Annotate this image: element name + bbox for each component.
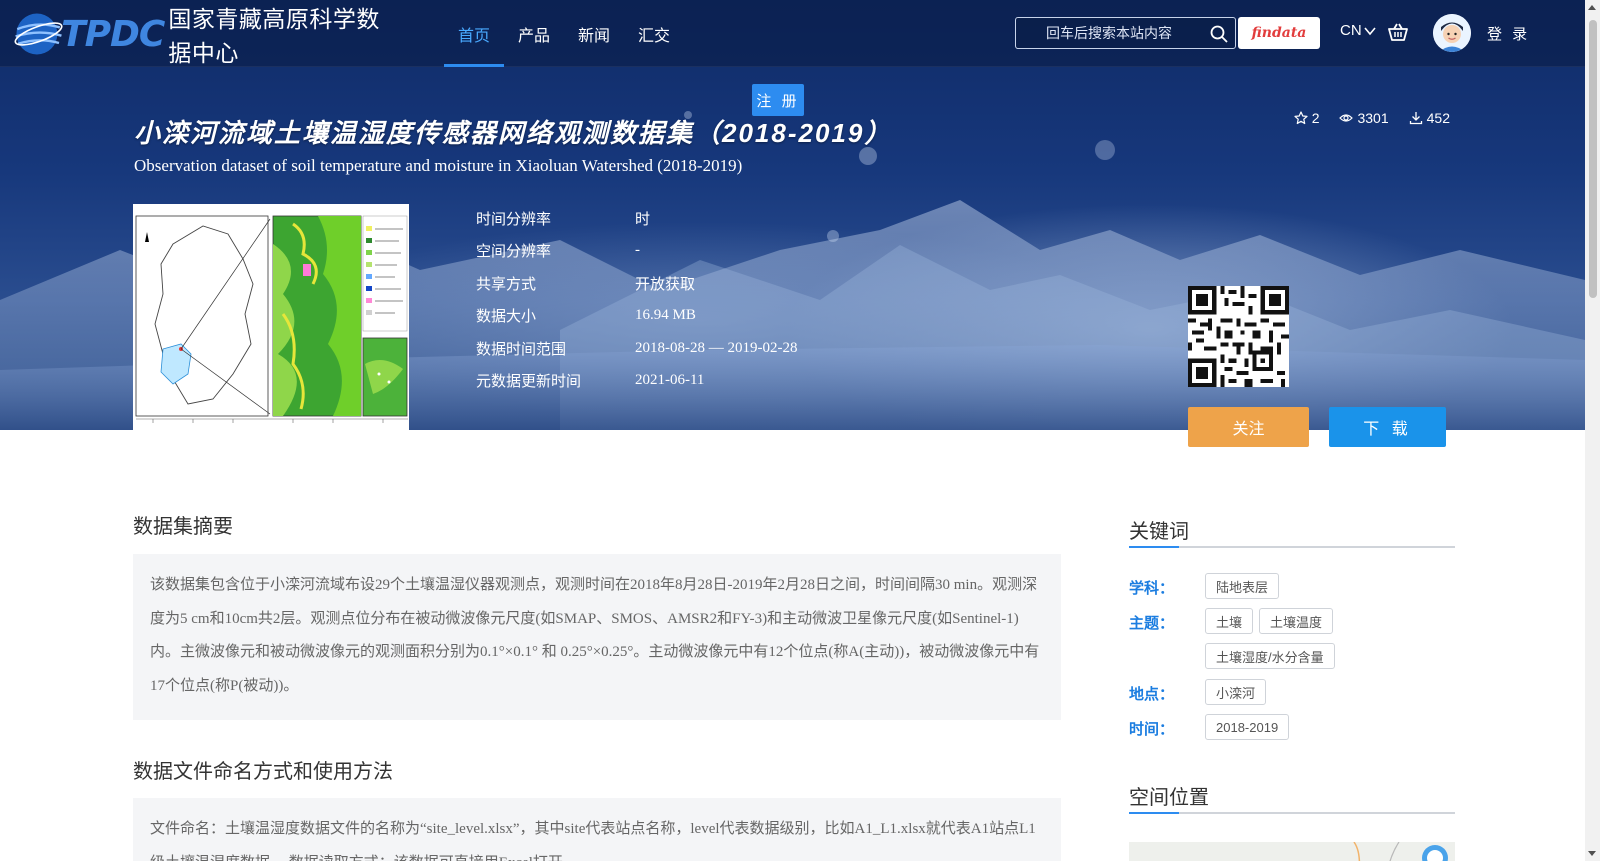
- abstract-text: 该数据集包含位于小滦河流域布设29个土壤温湿仪器观测点，观测时间在2018年8月…: [133, 554, 1061, 720]
- main-nav: 首页 产品 新闻 汇交: [444, 0, 684, 67]
- user-avatar-icon: [1433, 14, 1471, 52]
- location-divider: [1129, 812, 1455, 814]
- site-logo[interactable]: TPDC 国家青藏高原科学数据中心: [14, 4, 399, 66]
- cart-icon[interactable]: [1387, 21, 1409, 43]
- chevron-down-icon: [1364, 26, 1376, 35]
- keyword-label-place: 地点：: [1129, 686, 1175, 703]
- search-input[interactable]: [1016, 25, 1204, 41]
- meta-key: 空间分辨率: [476, 243, 552, 261]
- star-count[interactable]: 2: [1294, 110, 1320, 126]
- follow-button[interactable]: 关注: [1188, 407, 1309, 447]
- keywords-divider: [1129, 546, 1455, 548]
- nav-item-submission[interactable]: 汇交: [624, 0, 684, 67]
- meta-row-sharing: 共享方式 开放获取: [476, 267, 797, 300]
- top-navigation-bar: TPDC 国家青藏高原科学数据中心 首页 产品 新闻 汇交 findata CN: [0, 0, 1585, 67]
- file-naming-text: 文件命名：土壤温湿度数据文件的名称为“site_level.xlsx”，其中si…: [133, 798, 1061, 861]
- meta-key: 元数据更新时间: [476, 373, 582, 391]
- page-scrollbar[interactable]: [1585, 0, 1600, 861]
- download-icon: [1409, 112, 1422, 125]
- keyword-label-time: 时间：: [1129, 721, 1175, 738]
- qr-code-icon: [1188, 286, 1289, 387]
- keyword-tag[interactable]: 小滦河: [1205, 679, 1267, 705]
- logo-site-name: 国家青藏高原科学数据中心: [168, 6, 380, 66]
- location-map-image: [1129, 842, 1455, 861]
- site-search: [1015, 17, 1236, 49]
- language-selector[interactable]: CN: [1340, 22, 1376, 39]
- findata-button[interactable]: findata: [1238, 17, 1320, 49]
- globe-logo-icon: [14, 13, 63, 55]
- view-count: 3301: [1339, 110, 1389, 126]
- download-count-value: 452: [1426, 110, 1450, 126]
- logo-letters: TPDC: [61, 13, 165, 55]
- meta-row-updated: 元数据更新时间 2021-06-11: [476, 365, 797, 398]
- scroll-up-arrow-icon[interactable]: [1588, 5, 1596, 10]
- search-icon[interactable]: [1209, 24, 1229, 44]
- dataset-metadata: 时间分辨率 时 空间分辨率 - 共享方式 开放获取 数据大小 16.94 MB …: [476, 202, 797, 397]
- language-label: CN: [1340, 22, 1362, 39]
- meta-key: 时间分辨率: [476, 210, 552, 228]
- qr-code: [1188, 286, 1289, 387]
- meta-row-time-resolution: 时间分辨率 时: [476, 202, 797, 235]
- user-avatar[interactable]: [1433, 14, 1471, 52]
- keyword-tag[interactable]: 土壤温度: [1259, 608, 1334, 634]
- meta-value: 2018-08-28 — 2019-02-28: [635, 339, 798, 356]
- nav-item-products[interactable]: 产品: [504, 0, 564, 67]
- star-count-value: 2: [1311, 110, 1320, 126]
- meta-row-data-size: 数据大小 16.94 MB: [476, 300, 797, 333]
- meta-value: 时: [635, 211, 651, 228]
- eye-icon: [1339, 114, 1354, 122]
- study-area-map-image: [133, 204, 409, 431]
- location-map[interactable]: [1129, 842, 1455, 861]
- dataset-title-cn: 小滦河流域土壤温湿度传感器网络观测数据集（2018-2019）: [134, 118, 893, 148]
- dataset-stats: 2 3301 452: [1274, 110, 1450, 126]
- dataset-title-en: Observation dataset of soil temperature …: [134, 156, 743, 175]
- keyword-tag[interactable]: 土壤: [1205, 608, 1254, 634]
- nav-item-home[interactable]: 首页: [444, 0, 505, 67]
- keyword-label-theme: 主题：: [1129, 615, 1175, 632]
- meta-key: 共享方式: [476, 275, 537, 293]
- keyword-tag[interactable]: 陆地表层: [1205, 573, 1280, 599]
- meta-value: 2021-06-11: [635, 372, 705, 389]
- location-heading: 空间位置: [1129, 787, 1209, 809]
- meta-value: -: [635, 242, 640, 259]
- meta-value: 开放获取: [635, 276, 696, 293]
- file-naming-heading: 数据文件命名方式和使用方法: [133, 761, 393, 783]
- meta-row-spatial-resolution: 空间分辨率 -: [476, 235, 797, 268]
- scroll-down-arrow-icon[interactable]: [1588, 851, 1596, 856]
- download-button[interactable]: 下 载: [1329, 407, 1446, 447]
- view-count-value: 3301: [1357, 110, 1389, 126]
- dataset-thumbnail[interactable]: [133, 204, 409, 431]
- meta-row-time-range: 数据时间范围 2018-08-28 — 2019-02-28: [476, 332, 797, 365]
- keywords-heading: 关键词: [1129, 521, 1189, 543]
- scrollbar-thumb[interactable]: [1589, 20, 1597, 298]
- nav-item-news[interactable]: 新闻: [564, 0, 624, 67]
- download-count: 452: [1409, 110, 1450, 126]
- meta-key: 数据大小: [476, 308, 537, 326]
- meta-key: 数据时间范围: [476, 340, 567, 358]
- register-button[interactable]: 注 册: [752, 84, 804, 116]
- abstract-heading: 数据集摘要: [133, 516, 233, 538]
- star-icon: [1294, 111, 1308, 125]
- keyword-tag[interactable]: 土壤湿度/水分含量: [1205, 643, 1335, 669]
- keyword-tag[interactable]: 2018-2019: [1205, 714, 1290, 740]
- login-link[interactable]: 登 录: [1487, 23, 1530, 44]
- meta-value: 16.94 MB: [635, 307, 696, 324]
- keyword-label-discipline: 学科：: [1129, 580, 1175, 597]
